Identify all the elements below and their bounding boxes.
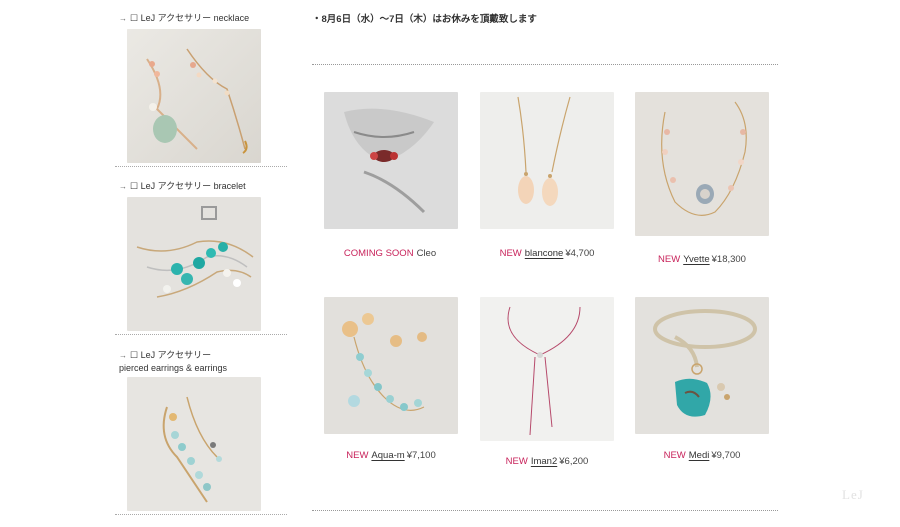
product-link-blancone[interactable]: blancone (525, 248, 564, 259)
product-link-aqua-m[interactable]: Aqua-m (371, 450, 404, 461)
product-card[interactable]: NEW Aqua-m ¥7,100 (324, 297, 458, 461)
product-price: ¥4,700 (565, 248, 595, 259)
product-image-blancone[interactable] (480, 92, 614, 229)
product-caption: NEW Medi ¥9,700 (615, 450, 789, 461)
bracelet-photo (127, 197, 261, 331)
category-title[interactable]: → ☐ LeJ アクセサリー necklace (115, 12, 291, 25)
category-link-earrings-sub[interactable]: pierced earrings & earrings (119, 363, 227, 373)
blancone-photo (480, 92, 614, 229)
aqua-m-photo (324, 297, 458, 434)
product-card[interactable]: NEW Medi ¥9,700 (635, 297, 769, 461)
bracelet-category-image[interactable] (127, 197, 261, 331)
arrow-icon: → (119, 14, 127, 23)
main-divider-bottom (312, 510, 778, 511)
product-price: ¥18,300 (711, 254, 746, 265)
product-image-cleo[interactable] (324, 92, 458, 229)
divider (115, 334, 287, 335)
product-card[interactable]: NEW Yvette ¥18,300 (635, 92, 769, 265)
divider (115, 166, 287, 167)
divider (115, 514, 287, 515)
product-link-iman2[interactable]: Iman2 (531, 456, 557, 467)
medi-photo (635, 297, 769, 434)
category-bracelet[interactable]: → ☐ LeJ アクセサリー bracelet (115, 180, 291, 335)
product-caption: NEW blancone ¥4,700 (460, 248, 634, 259)
yvette-photo (635, 92, 769, 236)
lej-logo: LeJ (842, 487, 864, 502)
product-image-medi[interactable] (635, 297, 769, 434)
product-caption: NEW Yvette ¥18,300 (615, 254, 789, 265)
arrow-icon: → (119, 351, 127, 360)
product-price: ¥7,100 (406, 450, 436, 461)
product-caption: NEW Iman2 ¥6,200 (460, 456, 634, 467)
new-badge: NEW (505, 456, 528, 467)
category-link-earrings[interactable]: ☐ LeJ アクセサリー (130, 350, 211, 360)
product-image-aqua-m[interactable] (324, 297, 458, 434)
product-card[interactable]: NEW Iman2 ¥6,200 (480, 297, 614, 467)
product-caption: NEW Aqua-m ¥7,100 (304, 450, 478, 461)
new-badge: NEW (658, 254, 681, 265)
new-badge: NEW (663, 450, 686, 461)
new-badge: NEW (499, 248, 522, 259)
arrow-icon: → (119, 182, 127, 191)
category-title[interactable]: → ☐ LeJ アクセサリー pierced earrings & earring… (115, 349, 291, 374)
product-caption: COMING SOON Cleo (304, 248, 478, 259)
new-badge: NEW (346, 450, 369, 461)
earrings-category-image[interactable] (127, 377, 261, 511)
main-divider-top (312, 64, 778, 65)
product-card[interactable]: COMING SOON Cleo (324, 92, 458, 259)
product-link-medi[interactable]: Medi (689, 450, 710, 461)
necklace-category-image[interactable] (127, 29, 261, 163)
category-title[interactable]: → ☐ LeJ アクセサリー bracelet (115, 180, 291, 193)
holiday-notice: ・8月6日（水）〜7日（木）はお休みを頂戴致します (312, 14, 537, 25)
category-link-necklace[interactable]: ☐ LeJ アクセサリー necklace (130, 13, 249, 23)
iman2-photo (480, 297, 614, 441)
product-price: ¥6,200 (559, 456, 589, 467)
earrings-photo (127, 377, 261, 511)
category-necklace[interactable]: → ☐ LeJ アクセサリー necklace (115, 12, 291, 167)
product-card[interactable]: NEW blancone ¥4,700 (480, 92, 614, 259)
coming-soon-badge: COMING SOON (343, 248, 414, 259)
product-link-yvette[interactable]: Yvette (683, 254, 709, 265)
product-name: Cleo (416, 248, 437, 259)
product-image-yvette[interactable] (635, 92, 769, 236)
necklace-photo (127, 29, 261, 163)
category-earrings[interactable]: → ☐ LeJ アクセサリー pierced earrings & earring… (115, 349, 291, 515)
product-price: ¥9,700 (711, 450, 741, 461)
cleo-photo (324, 92, 458, 229)
category-link-bracelet[interactable]: ☐ LeJ アクセサリー bracelet (130, 181, 246, 191)
product-image-iman2[interactable] (480, 297, 614, 441)
